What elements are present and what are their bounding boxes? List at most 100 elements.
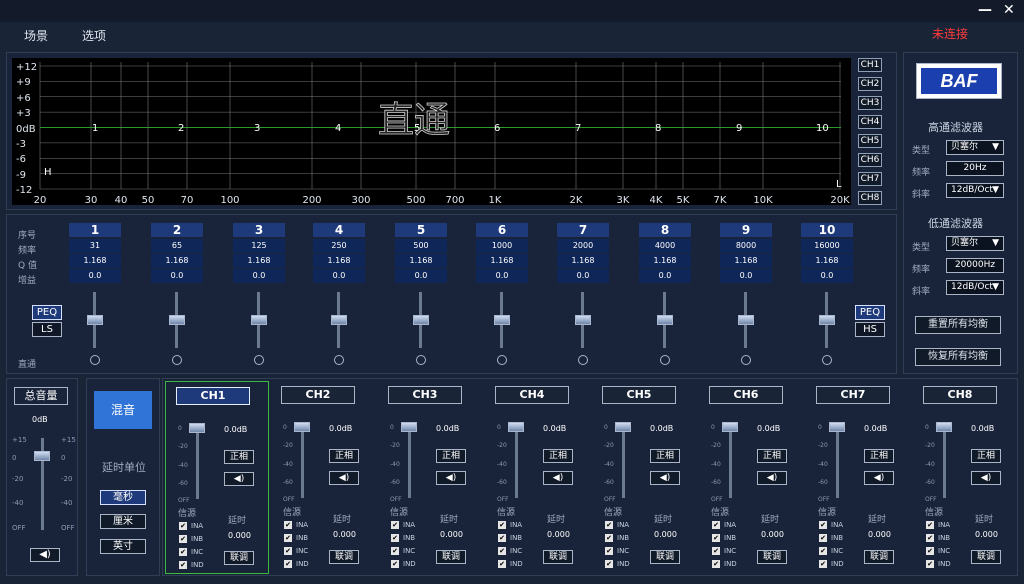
band-gain[interactable]: 0.0 <box>69 269 121 283</box>
band-fader-knob[interactable] <box>87 315 103 325</box>
phase-button[interactable]: 正相 <box>971 449 1001 463</box>
band-frequency[interactable]: 2000 <box>557 239 609 253</box>
band-fader-knob[interactable] <box>494 315 510 325</box>
input-checkbox[interactable]: ✔ <box>179 561 187 569</box>
band-q[interactable]: 1.168 <box>151 254 203 268</box>
input-checkbox[interactable]: ✔ <box>926 521 934 529</box>
input-checkbox[interactable]: ✔ <box>284 560 292 568</box>
channel-fader-knob[interactable] <box>508 422 524 432</box>
mute-button[interactable]: ◀) <box>971 471 1001 485</box>
input-checkbox[interactable]: ✔ <box>712 560 720 568</box>
band-q[interactable]: 1.168 <box>476 254 528 268</box>
channel-tab-3[interactable]: CH3 <box>858 96 882 110</box>
band-gain[interactable]: 0.0 <box>395 269 447 283</box>
phase-button[interactable]: 正相 <box>436 449 466 463</box>
link-button[interactable]: 联调 <box>864 550 894 564</box>
band-marker[interactable]: 2 <box>178 123 184 134</box>
channel-tab-7[interactable]: CH7 <box>858 172 882 186</box>
delay-value[interactable]: 0.000 <box>228 531 251 540</box>
lp-slope-select[interactable]: 12dB/Oct ▼ <box>946 280 1004 295</box>
input-checkbox[interactable]: ✔ <box>819 534 827 542</box>
phase-button[interactable]: 正相 <box>864 449 894 463</box>
band-bypass-radio[interactable] <box>660 355 670 365</box>
delay-value[interactable]: 0.000 <box>868 530 891 539</box>
band-marker[interactable]: 8 <box>655 123 661 134</box>
input-checkbox[interactable]: ✔ <box>391 547 399 555</box>
restore-all-eq-button[interactable]: 恢复所有均衡 <box>915 348 1001 366</box>
input-checkbox[interactable]: ✔ <box>712 534 720 542</box>
band-marker[interactable]: 3 <box>254 123 260 134</box>
band-bypass-radio[interactable] <box>497 355 507 365</box>
band-q[interactable]: 1.168 <box>801 254 853 268</box>
input-checkbox[interactable]: ✔ <box>179 548 187 556</box>
band-bypass-radio[interactable] <box>172 355 182 365</box>
close-button[interactable]: ✕ <box>1003 2 1015 18</box>
delay-value[interactable]: 0.000 <box>654 530 677 539</box>
input-checkbox[interactable]: ✔ <box>819 560 827 568</box>
band-gain[interactable]: 0.0 <box>801 269 853 283</box>
link-button[interactable]: 联调 <box>224 551 254 565</box>
band-fader-knob[interactable] <box>413 315 429 325</box>
band-q[interactable]: 1.168 <box>395 254 447 268</box>
band-fader-knob[interactable] <box>819 315 835 325</box>
band-frequency[interactable]: 16000 <box>801 239 853 253</box>
input-checkbox[interactable]: ✔ <box>498 534 506 542</box>
input-checkbox[interactable]: ✔ <box>284 521 292 529</box>
input-checkbox[interactable]: ✔ <box>179 535 187 543</box>
input-checkbox[interactable]: ✔ <box>498 560 506 568</box>
delay-value[interactable]: 0.000 <box>333 530 356 539</box>
input-checkbox[interactable]: ✔ <box>391 534 399 542</box>
band-q[interactable]: 1.168 <box>233 254 285 268</box>
lp-type-select[interactable]: 贝塞尔 ▼ <box>946 236 1004 251</box>
band-frequency[interactable]: 8000 <box>720 239 772 253</box>
master-mute-button[interactable]: ◀) <box>30 548 60 562</box>
band-frequency[interactable]: 1000 <box>476 239 528 253</box>
phase-button[interactable]: 正相 <box>224 450 254 464</box>
channel-fader-knob[interactable] <box>189 423 205 433</box>
band-frequency[interactable]: 250 <box>313 239 365 253</box>
channel-tab-6[interactable]: CH6 <box>858 153 882 167</box>
delay-value[interactable]: 0.000 <box>975 530 998 539</box>
band-gain[interactable]: 0.0 <box>720 269 772 283</box>
link-button[interactable]: 联调 <box>543 550 573 564</box>
band-gain[interactable]: 0.0 <box>639 269 691 283</box>
mute-button[interactable]: ◀) <box>543 471 573 485</box>
input-checkbox[interactable]: ✔ <box>926 560 934 568</box>
input-checkbox[interactable]: ✔ <box>712 521 720 529</box>
band-bypass-radio[interactable] <box>741 355 751 365</box>
channel-tab-4[interactable]: CH4 <box>858 115 882 129</box>
hp-freq-input[interactable]: 20Hz <box>946 161 1004 176</box>
left-ls-button[interactable]: LS <box>32 322 62 337</box>
link-button[interactable]: 联调 <box>971 550 1001 564</box>
channel-tab-2[interactable]: CH2 <box>858 77 882 91</box>
input-checkbox[interactable]: ✔ <box>605 560 613 568</box>
band-bypass-radio[interactable] <box>334 355 344 365</box>
band-gain[interactable]: 0.0 <box>313 269 365 283</box>
mute-button[interactable]: ◀) <box>864 471 894 485</box>
channel-header-button[interactable]: CH5 <box>602 386 676 404</box>
lowpass-marker[interactable]: L <box>836 179 842 190</box>
mute-button[interactable]: ◀) <box>329 471 359 485</box>
band-q[interactable]: 1.168 <box>69 254 121 268</box>
left-peq-button[interactable]: PEQ <box>32 305 62 320</box>
band-q[interactable]: 1.168 <box>720 254 772 268</box>
band-fader-knob[interactable] <box>331 315 347 325</box>
hp-slope-select[interactable]: 12dB/Oct ▼ <box>946 183 1004 198</box>
input-checkbox[interactable]: ✔ <box>605 521 613 529</box>
channel-header-button[interactable]: CH3 <box>388 386 462 404</box>
band-marker[interactable]: 4 <box>335 123 341 134</box>
menu-scene[interactable]: 场景 <box>24 27 48 44</box>
menu-options[interactable]: 选项 <box>82 27 106 44</box>
band-frequency[interactable]: 31 <box>69 239 121 253</box>
master-fader-knob[interactable] <box>34 451 50 461</box>
hp-type-select[interactable]: 贝塞尔 ▼ <box>946 140 1004 155</box>
band-q[interactable]: 1.168 <box>557 254 609 268</box>
band-bypass-radio[interactable] <box>416 355 426 365</box>
mix-button[interactable]: 混音 <box>94 391 152 429</box>
band-fader-knob[interactable] <box>575 315 591 325</box>
channel-tab-5[interactable]: CH5 <box>858 134 882 148</box>
minimize-button[interactable]: — <box>978 2 992 18</box>
phase-button[interactable]: 正相 <box>757 449 787 463</box>
mute-button[interactable]: ◀) <box>757 471 787 485</box>
mute-button[interactable]: ◀) <box>224 472 254 486</box>
